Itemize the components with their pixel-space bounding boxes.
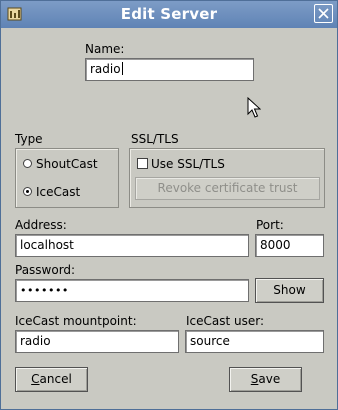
save-button[interactable]: Save — [229, 367, 302, 392]
mountpoint-input[interactable]: radio — [15, 330, 179, 353]
name-input[interactable]: radio — [85, 58, 254, 81]
use-ssl-checkbox[interactable] — [137, 158, 148, 169]
cancel-mnemonic: C — [31, 372, 40, 386]
title-bar[interactable]: Edit Server — [1, 1, 337, 28]
name-label: Name: — [85, 42, 125, 56]
cancel-button[interactable]: Cancel — [15, 367, 88, 392]
mountpoint-label: IceCast mountpoint: — [15, 314, 137, 328]
save-label: ave — [258, 372, 281, 386]
type-label: Type — [15, 132, 43, 146]
ssl-label: SSL/TLS — [131, 132, 179, 146]
icecast-label[interactable]: IceCast — [36, 185, 80, 199]
revoke-certificate-button[interactable]: Revoke certificate trust — [135, 177, 320, 200]
name-value: radio — [90, 62, 121, 76]
password-label: Password: — [15, 263, 76, 277]
address-label: Address: — [15, 218, 67, 232]
text-caret — [121, 62, 123, 75]
password-input[interactable]: ••••••• — [15, 279, 249, 302]
close-icon — [318, 8, 329, 19]
edit-server-dialog: Edit Server Name: radio Type ShoutCast I… — [0, 0, 338, 410]
close-button[interactable] — [314, 4, 333, 23]
shoutcast-radio[interactable] — [23, 159, 32, 168]
show-password-button[interactable]: Show — [255, 278, 324, 303]
port-label: Port: — [256, 218, 284, 232]
cancel-label: ancel — [39, 372, 72, 386]
user-input[interactable]: source — [185, 330, 324, 353]
icecast-radio[interactable] — [23, 187, 32, 196]
address-input[interactable]: localhost — [15, 234, 249, 257]
mouse-pointer-icon — [247, 97, 261, 118]
shoutcast-label[interactable]: ShoutCast — [36, 157, 98, 171]
user-label: IceCast user: — [186, 314, 265, 328]
port-input[interactable]: 8000 — [255, 234, 324, 257]
window-title: Edit Server — [120, 5, 218, 23]
use-ssl-label[interactable]: Use SSL/TLS — [151, 157, 225, 171]
